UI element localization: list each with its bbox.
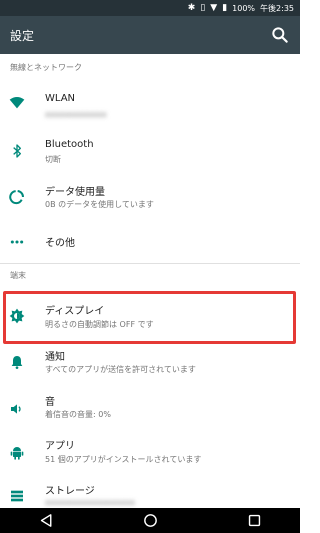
settings-item-title: アプリ <box>45 441 75 452</box>
status-bar: ✱ ▯ ▼ ▮ 100% 午後2:35 <box>0 0 300 16</box>
settings-item-wlan[interactable]: WLAN xxxxxxxxxxxxx <box>0 80 300 126</box>
battery-icon: ▮ <box>222 3 228 13</box>
settings-item-title: 通知 <box>45 352 65 363</box>
wifi-status-icon: ▼ <box>210 3 218 13</box>
data-usage-icon <box>9 190 25 205</box>
home-icon[interactable] <box>142 512 159 529</box>
vibrate-icon: ▯ <box>200 3 206 13</box>
settings-item-apps[interactable]: アプリ 51 個のアプリがインストールされています <box>0 436 300 482</box>
wifi-network-name-blurred: xxxxxxxxxxxxx <box>45 110 107 119</box>
volume-icon <box>11 404 21 414</box>
settings-item-title: Bluetooth <box>45 139 94 150</box>
settings-item-title: WLAN <box>45 93 76 104</box>
settings-item-data-usage[interactable]: データ使用量 0B のデータを使用しています <box>0 174 300 220</box>
settings-item-notifications[interactable]: 通知 すべてのアプリが送信を許可されています <box>0 342 300 388</box>
settings-item-title: その他 <box>45 238 75 249</box>
highlight-box <box>3 291 296 344</box>
bluetooth-icon <box>13 144 21 158</box>
settings-item-subtitle: 着信音の音量: 0% <box>45 410 111 419</box>
clock: 午後2:35 <box>260 3 294 13</box>
bluetooth-status-icon: ✱ <box>187 3 196 13</box>
settings-item-subtitle: 51 個のアプリがインストールされています <box>45 455 202 464</box>
android-icon <box>10 447 24 460</box>
section-header-device: 端末 <box>10 271 26 280</box>
settings-item-title: ストレージ <box>45 486 95 497</box>
app-bar: 設定 <box>0 16 300 54</box>
recents-icon[interactable] <box>246 512 263 529</box>
navigation-bar <box>0 508 300 533</box>
storage-detail-partial: xxxxxxxxxxxxxxxxxxx <box>45 498 135 507</box>
bell-icon <box>11 356 23 369</box>
battery-percent: 100% <box>232 3 256 13</box>
settings-item-sound[interactable]: 音 着信音の音量: 0% <box>0 389 300 435</box>
search-icon[interactable] <box>270 25 290 45</box>
settings-item-bluetooth[interactable]: Bluetooth 切断 <box>0 127 300 173</box>
settings-item-subtitle: 0B のデータを使用しています <box>45 200 154 209</box>
settings-item-title: 音 <box>45 397 55 408</box>
settings-item-subtitle: 切断 <box>45 155 61 164</box>
settings-item-title: データ使用量 <box>45 187 105 198</box>
more-icon <box>10 240 24 244</box>
wifi-icon <box>9 97 25 109</box>
page-title: 設定 <box>10 28 35 43</box>
settings-item-more[interactable]: その他 <box>0 221 300 267</box>
storage-icon <box>11 490 23 502</box>
section-header-wireless: 無線とネットワーク <box>10 63 82 72</box>
settings-item-subtitle: すべてのアプリが送信を許可されています <box>45 365 196 374</box>
section-divider <box>0 263 300 264</box>
back-icon[interactable] <box>38 512 55 529</box>
